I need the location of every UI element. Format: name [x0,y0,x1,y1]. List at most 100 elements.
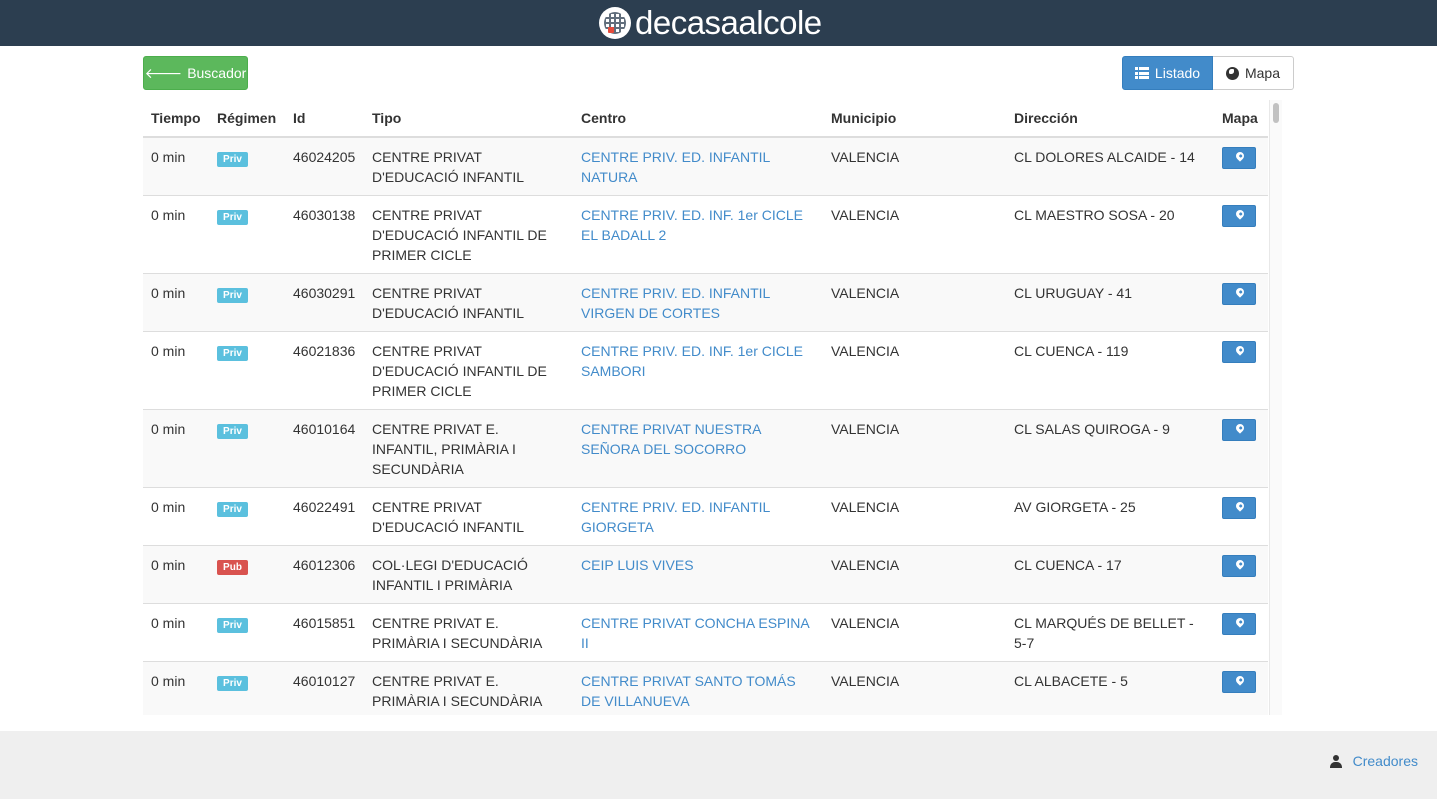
show-on-map-button[interactable] [1222,419,1256,441]
time-cell: 0 min [143,331,209,410]
time-cell: 0 min [143,545,209,604]
center-link[interactable]: CENTRE PRIV. ED. INF. 1er CICLE EL BADAL… [581,207,803,243]
regime-cell: Priv [209,273,285,332]
show-on-map-button[interactable] [1222,497,1256,519]
municipality-cell: VALENCIA [823,136,1006,196]
show-on-map-button[interactable] [1222,341,1256,363]
id-cell: 46024205 [285,136,364,196]
map-cell [1214,661,1268,715]
table-row: 0 min Priv 46021836 CENTRE PRIVAT D'EDUCACI… [143,331,1268,410]
type-cell: CENTRE PRIVAT E. INFANTIL, PRIMÀRIA I SE… [364,409,573,488]
municipality-cell: VALENCIA [823,195,1006,274]
time-cell: 0 min [143,603,209,662]
municipality-cell: VALENCIA [823,273,1006,332]
column-header[interactable]: Régimen [209,100,285,138]
show-on-map-button[interactable] [1222,147,1256,169]
map-marker-icon [1234,208,1246,220]
address-cell: CL MARQUÉS DE BELLET - 5-7 [1006,603,1214,662]
show-on-map-button[interactable] [1222,205,1256,227]
table-scrollbar[interactable] [1269,100,1282,715]
center-cell: CENTRE PRIV. ED. INFANTIL VIRGEN DE CORT… [573,273,823,332]
table-row: 0 min Priv 46022491 CENTRE PRIVAT D'EDUCACI… [143,487,1268,546]
address-cell: CL SALAS QUIROGA - 9 [1006,409,1214,488]
regime-cell: Priv [209,195,285,274]
map-marker-icon [1234,674,1246,686]
address-cell: CL URUGUAY - 41 [1006,273,1214,332]
user-icon [1329,754,1342,768]
regime-badge: Priv [217,676,248,691]
center-cell: CENTRE PRIV. ED. INFANTIL NATURA [573,136,823,196]
map-cell [1214,136,1268,196]
municipality-cell: VALENCIA [823,661,1006,715]
center-cell: CENTRE PRIV. ED. INF. 1er CICLE EL BADAL… [573,195,823,274]
schools-table: Tiempo Régimen Id Tipo Centro Municipio … [143,100,1268,715]
center-link[interactable]: CENTRE PRIV. ED. INFANTIL VIRGEN DE CORT… [581,285,770,321]
map-cell [1214,487,1268,546]
column-header[interactable]: Tiempo [143,100,209,138]
regime-badge: Priv [217,288,248,303]
id-cell: 46010164 [285,409,364,488]
column-header[interactable]: Centro [573,100,823,138]
column-header[interactable]: Dirección [1006,100,1214,138]
center-link[interactable]: CENTRE PRIV. ED. INFANTIL NATURA [581,149,770,185]
type-cell: CENTRE PRIVAT D'EDUCACIÓ INFANTIL [364,273,573,332]
type-cell: COL·LEGI D'EDUCACIÓ INFANTIL I PRIMÀRIA [364,545,573,604]
map-marker-icon [1234,150,1246,162]
table-row: 0 min Priv 46030138 CENTRE PRIVAT D'EDUCACI… [143,195,1268,274]
page-footer: Creadores [0,731,1437,799]
address-cell: AV GIORGETA - 25 [1006,487,1214,546]
map-view-button[interactable]: Mapa [1213,56,1294,90]
center-link[interactable]: CEIP LUIS VIVES [581,557,694,573]
center-cell: CENTRE PRIV. ED. INFANTIL GIORGETA [573,487,823,546]
brand-logo[interactable]: decasaalcole [599,4,822,42]
globe-icon [1225,66,1239,80]
type-cell: CENTRE PRIVAT E. PRIMÀRIA I SECUNDÀRIA [364,661,573,715]
time-cell: 0 min [143,661,209,715]
center-cell: CENTRE PRIVAT SANTO TOMÁS DE VILLANUEVA [573,661,823,715]
list-view-button[interactable]: Listado [1122,56,1213,90]
column-header[interactable]: Tipo [364,100,573,138]
regime-cell: Priv [209,409,285,488]
regime-cell: Priv [209,487,285,546]
regime-cell: Priv [209,331,285,410]
back-to-search-button[interactable]: 🡐 Buscador [143,56,248,90]
show-on-map-button[interactable] [1222,613,1256,635]
regime-badge: Priv [217,346,248,361]
municipality-cell: VALENCIA [823,603,1006,662]
schools-table-container[interactable]: Tiempo Régimen Id Tipo Centro Municipio … [143,100,1281,715]
regime-cell: Priv [209,603,285,662]
center-cell: CENTRE PRIVAT NUESTRA SEÑORA DEL SOCORRO [573,409,823,488]
address-cell: CL ALBACETE - 5 [1006,661,1214,715]
column-header[interactable]: Id [285,100,364,138]
center-link[interactable]: CENTRE PRIVAT NUESTRA SEÑORA DEL SOCORRO [581,421,761,457]
center-link[interactable]: CENTRE PRIVAT CONCHA ESPINA II [581,615,809,651]
table-row: 0 min Priv 46015851 CENTRE PRIVAT E. PRIMÀR… [143,603,1268,662]
column-header[interactable]: Mapa [1214,100,1268,138]
list-view-label: Listado [1154,65,1201,81]
show-on-map-button[interactable] [1222,671,1256,693]
column-header[interactable]: Municipio [823,100,1006,138]
id-cell: 46015851 [285,603,364,662]
show-on-map-button[interactable] [1222,555,1256,577]
map-marker-icon [1234,344,1246,356]
creators-link[interactable]: Creadores [1329,753,1418,769]
map-marker-icon [1234,286,1246,298]
table-row: 0 min Pub 46012306 COL·LEGI D'EDUCACIÓ INFA… [143,545,1268,604]
center-link[interactable]: CENTRE PRIV. ED. INFANTIL GIORGETA [581,499,770,535]
scrollbar-thumb[interactable] [1273,103,1279,123]
show-on-map-button[interactable] [1222,283,1256,305]
type-cell: CENTRE PRIVAT E. PRIMÀRIA I SECUNDÀRIA [364,603,573,662]
table-row: 0 min Priv 46010164 CENTRE PRIVAT E. INFANT… [143,409,1268,488]
id-cell: 46022491 [285,487,364,546]
regime-cell: Priv [209,661,285,715]
regime-badge: Pub [217,560,248,575]
time-cell: 0 min [143,273,209,332]
center-link[interactable]: CENTRE PRIVAT SANTO TOMÁS DE VILLANUEVA [581,673,796,709]
time-cell: 0 min [143,195,209,274]
table-row: 0 min Priv 46030291 CENTRE PRIVAT D'EDUCACI… [143,273,1268,332]
center-link[interactable]: CENTRE PRIV. ED. INF. 1er CICLE SAMBORI [581,343,803,379]
municipality-cell: VALENCIA [823,487,1006,546]
id-cell: 46030138 [285,195,364,274]
arrow-left-icon: 🡐 [144,64,183,81]
center-cell: CEIP LUIS VIVES [573,545,823,604]
